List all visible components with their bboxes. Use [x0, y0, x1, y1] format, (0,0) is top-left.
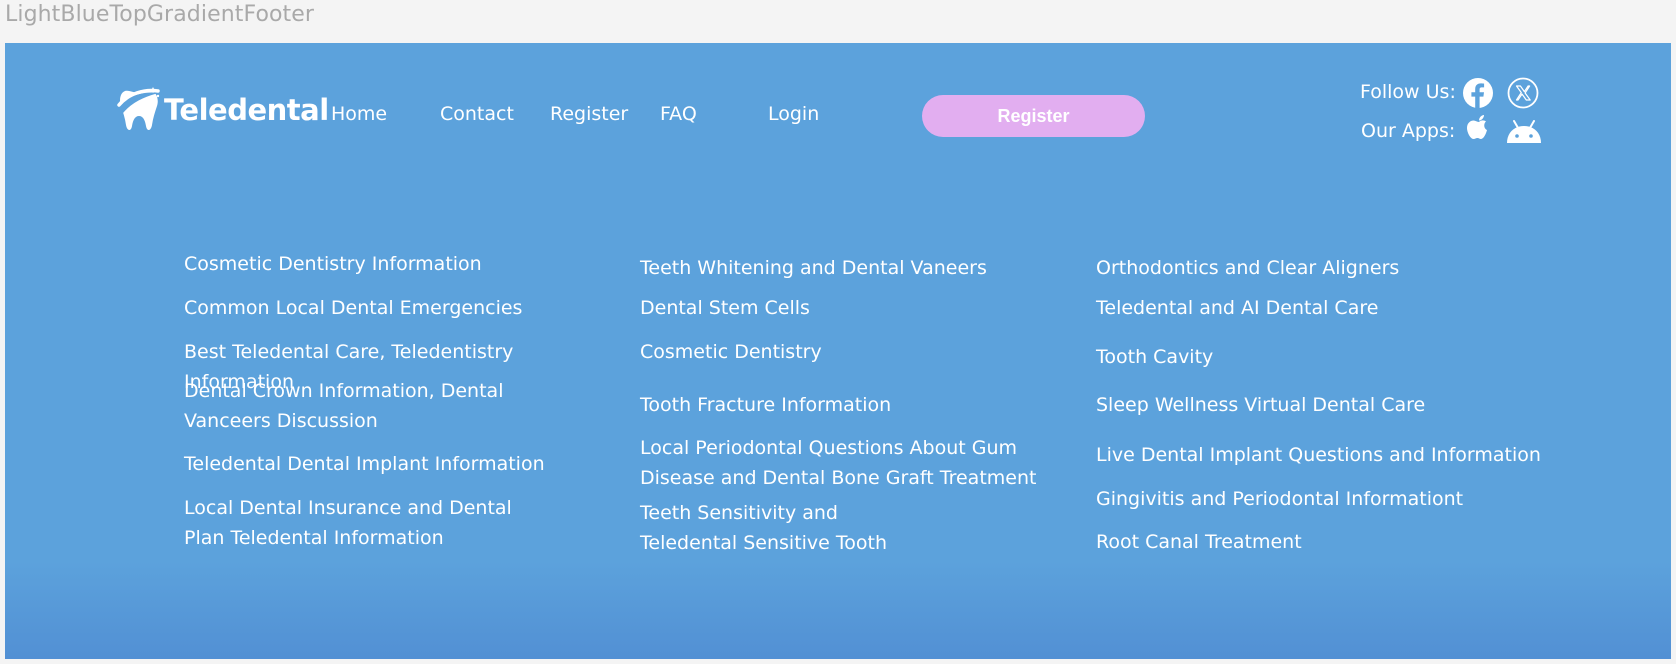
- footer-link[interactable]: Live Dental Implant Questions and Inform…: [1096, 440, 1541, 470]
- follow-us-label: Follow Us:: [1360, 81, 1456, 103]
- footer-link[interactable]: Teeth Sensitivity and Teledental Sensiti…: [640, 498, 940, 558]
- footer-link[interactable]: Sleep Wellness Virtual Dental Care: [1096, 390, 1425, 420]
- footer-link[interactable]: Gingivitis and Periodontal Informationt: [1096, 484, 1463, 514]
- our-apps-label: Our Apps:: [1361, 120, 1456, 142]
- footer-link[interactable]: Tooth Fracture Information: [640, 390, 891, 420]
- apple-icon[interactable]: [1465, 113, 1493, 149]
- footer-link[interactable]: Local Dental Insurance and Dental Plan T…: [184, 493, 544, 553]
- nav-faq[interactable]: FAQ: [660, 103, 697, 125]
- footer-link[interactable]: Dental Crown Information, Dental Vanceer…: [184, 376, 514, 436]
- nav-home[interactable]: Home: [331, 103, 387, 125]
- facebook-icon[interactable]: [1462, 77, 1494, 113]
- footer-link[interactable]: Root Canal Treatment: [1096, 527, 1302, 557]
- register-button[interactable]: Register: [922, 95, 1145, 137]
- android-icon[interactable]: [1505, 117, 1543, 149]
- footer-link[interactable]: Orthodontics and Clear Aligners: [1096, 253, 1399, 283]
- x-twitter-icon[interactable]: [1507, 77, 1539, 113]
- footer-link[interactable]: Tooth Cavity: [1096, 342, 1213, 372]
- footer-link[interactable]: Teledental and AI Dental Care: [1096, 293, 1378, 323]
- footer-link[interactable]: Cosmetic Dentistry: [640, 337, 822, 367]
- nav-register[interactable]: Register: [550, 103, 628, 125]
- footer-link[interactable]: Common Local Dental Emergencies: [184, 293, 522, 323]
- nav-login[interactable]: Login: [768, 103, 819, 125]
- brand-name: Teledental: [164, 93, 329, 127]
- footer-link[interactable]: Dental Stem Cells: [640, 293, 810, 323]
- footer-link[interactable]: Local Periodontal Questions About Gum Di…: [640, 433, 1080, 493]
- brand-logo[interactable]: Teledental: [117, 85, 329, 135]
- page-label: LightBlueTopGradientFooter: [5, 2, 315, 27]
- tooth-logo-icon: [117, 87, 160, 131]
- footer-link[interactable]: Teledental Dental Implant Information: [184, 449, 545, 479]
- site-footer: Teledental Home Contact Register FAQ Log…: [5, 43, 1671, 659]
- footer-link[interactable]: Teeth Whitening and Dental Vaneers: [640, 253, 987, 283]
- nav-contact[interactable]: Contact: [440, 103, 514, 125]
- footer-link[interactable]: Cosmetic Dentistry Information: [184, 249, 482, 279]
